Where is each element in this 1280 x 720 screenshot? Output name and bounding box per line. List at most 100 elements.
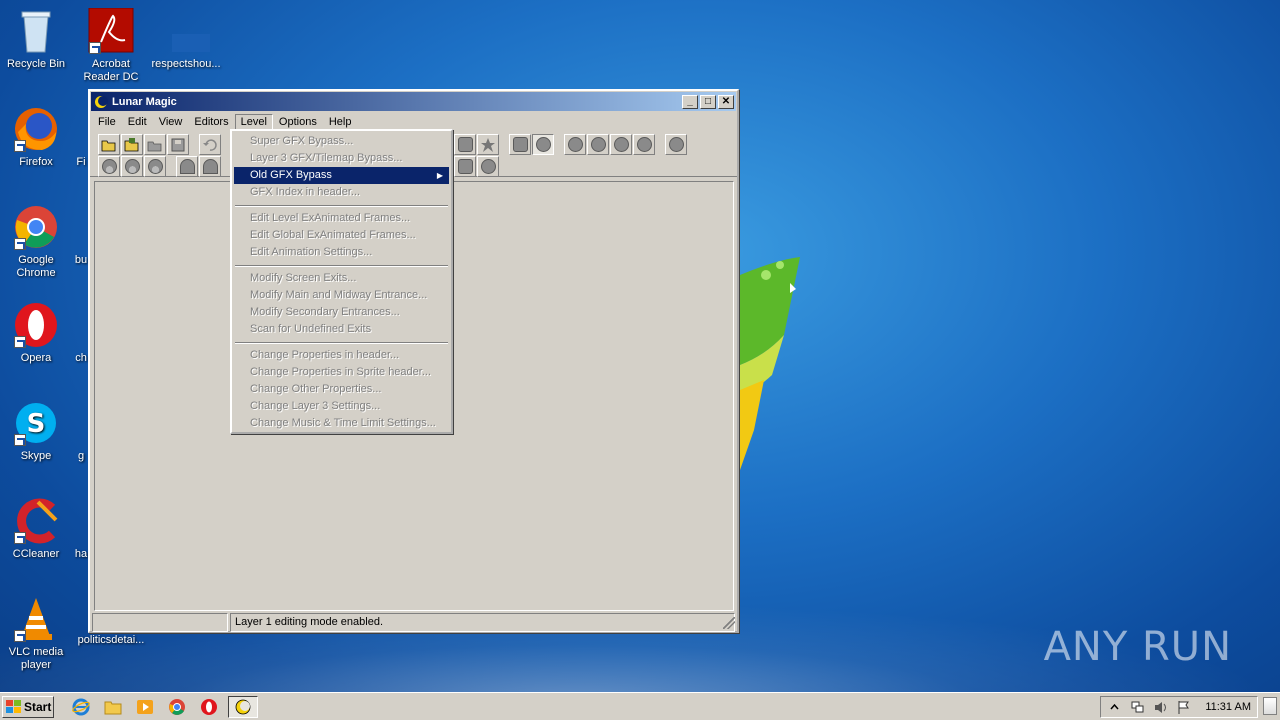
desktop-icon-vlc[interactable]: VLC media player: [0, 596, 72, 672]
menu-item-modify-screen-exits: Modify Screen Exits...: [250, 272, 357, 284]
title-bar[interactable]: Lunar Magic _ □ ✕: [91, 92, 736, 111]
start-label: Start: [24, 699, 52, 714]
menu-item-change-layer3-settings: Change Layer 3 Settings...: [250, 400, 381, 412]
desktop-icon-label: Opera: [20, 352, 52, 364]
quick-launch: [68, 695, 258, 718]
menu-level[interactable]: Level: [234, 113, 273, 130]
menu-item-modify-main-midway: Modify Main and Midway Entrance...: [250, 289, 428, 301]
window-title: Lunar Magic: [112, 95, 177, 108]
tool-button-active[interactable]: [532, 134, 554, 155]
menu-options[interactable]: Options: [273, 114, 323, 130]
menu-editors[interactable]: Editors: [188, 114, 234, 130]
desktop-icon-politicsdetai[interactable]: politicsdetai...: [75, 634, 147, 647]
clock[interactable]: 11:31 AM: [1205, 701, 1251, 713]
level-menu-dropdown: Super GFX Bypass... Layer 3 GFX/Tilemap …: [230, 129, 453, 434]
toolbar-row-1: [98, 134, 221, 155]
minimize-icon: _: [687, 96, 693, 107]
menu-item-label: Old GFX Bypass: [250, 169, 332, 181]
tool-button[interactable]: [477, 156, 499, 177]
tool-button[interactable]: [665, 134, 687, 155]
open-ms-button[interactable]: [144, 134, 166, 155]
desktop-icon-skype[interactable]: S Skype: [0, 400, 72, 463]
mode-button[interactable]: [199, 156, 221, 177]
start-button[interactable]: Start: [2, 695, 54, 718]
resize-grip[interactable]: [723, 617, 735, 629]
menu-item-edit-global-exanimated: Edit Global ExAnimated Frames...: [250, 229, 416, 241]
desktop-icon-opera[interactable]: Opera: [0, 302, 72, 365]
ie-icon: [72, 698, 90, 715]
menu-item-change-properties-header: Change Properties in header...: [250, 349, 400, 361]
action-center-flag-icon[interactable]: [1176, 700, 1191, 715]
desktop-icon-respectshou[interactable]: respectshou...: [150, 8, 222, 71]
taskbar-chrome[interactable]: [164, 696, 190, 718]
desktop-icon-acrobat[interactable]: Acrobat Reader DC: [75, 7, 147, 84]
layer-button[interactable]: [121, 156, 143, 177]
layer-button[interactable]: [98, 156, 120, 177]
show-desktop-button[interactable]: [1263, 697, 1277, 715]
toolbar-row-1-right: [454, 134, 687, 155]
minimize-button[interactable]: _: [682, 94, 698, 109]
document-icon: [172, 34, 218, 52]
menu-item-modify-secondary-entrances: Modify Secondary Entrances...: [250, 306, 400, 318]
media-player-icon: [137, 699, 153, 714]
desktop-icon-label: Recycle Bin: [6, 58, 66, 70]
taskbar-ie[interactable]: [68, 696, 94, 718]
save-button[interactable]: [167, 134, 189, 155]
wallpaper-logo: [740, 257, 800, 470]
star-icon: [481, 137, 495, 152]
desktop-icon-label: CCleaner: [12, 548, 60, 560]
desktop-icon-label: Acrobat Reader DC: [83, 58, 139, 83]
explorer-icon: [104, 701, 122, 714]
desktop-icon-firefox[interactable]: Firefox: [0, 106, 72, 169]
open-folder-icon: [101, 140, 116, 151]
show-hidden-icons-icon[interactable]: [1107, 700, 1122, 715]
volume-icon[interactable]: [1153, 700, 1168, 715]
lunar-magic-icon: [235, 699, 251, 714]
close-button[interactable]: ✕: [718, 94, 734, 109]
menu-item-old-gfx-bypass[interactable]: Old GFX Bypass ▶: [234, 167, 449, 184]
tool-button[interactable]: [633, 134, 655, 155]
svg-text:S: S: [27, 409, 46, 439]
network-icon[interactable]: [1130, 700, 1145, 715]
star-button[interactable]: [477, 134, 499, 155]
desktop-icon-label: VLC media player: [8, 646, 64, 671]
toolbar-row-2: [98, 156, 221, 177]
tool-button[interactable]: [509, 134, 531, 155]
status-cell-left: [92, 613, 228, 632]
taskbar-media-player[interactable]: [132, 696, 158, 718]
mode-button[interactable]: [176, 156, 198, 177]
undo-button[interactable]: [199, 134, 221, 155]
open-rom-icon: [124, 137, 139, 151]
layer-button[interactable]: [144, 156, 166, 177]
tool-button[interactable]: [610, 134, 632, 155]
desktop-icon-label: Skype: [20, 450, 52, 462]
menu-item-scan-undefined-exits: Scan for Undefined Exits: [250, 323, 372, 335]
menu-view[interactable]: View: [153, 114, 189, 130]
tool-button[interactable]: [454, 134, 476, 155]
menu-item-change-other-properties: Change Other Properties...: [250, 383, 382, 395]
taskbar: Start 11:31 AM: [0, 692, 1280, 720]
close-icon: ✕: [721, 96, 731, 107]
taskbar-lunar-magic[interactable]: [228, 695, 258, 718]
taskbar-opera[interactable]: [196, 696, 222, 718]
desktop-icon-chrome[interactable]: Google Chrome: [0, 204, 72, 280]
desktop-icon-recycle-bin[interactable]: Recycle Bin: [0, 8, 72, 71]
menu-file[interactable]: File: [92, 114, 122, 130]
menu-edit[interactable]: Edit: [122, 114, 153, 130]
menu-item-edit-animation-settings: Edit Animation Settings...: [250, 246, 373, 258]
tool-button[interactable]: [587, 134, 609, 155]
taskbar-explorer[interactable]: [100, 696, 126, 718]
windows-logo-icon: [6, 700, 21, 713]
tool-button[interactable]: [454, 156, 476, 177]
maximize-button[interactable]: □: [700, 94, 716, 109]
menu-help[interactable]: Help: [323, 114, 358, 130]
desktop-icon-ccleaner[interactable]: CCleaner: [0, 498, 72, 561]
opera-icon: [201, 698, 217, 715]
chrome-icon: [169, 698, 185, 715]
open-rom-button[interactable]: [121, 134, 143, 155]
tool-button[interactable]: [564, 134, 586, 155]
open-button[interactable]: [98, 134, 120, 155]
toolbar-row-2-right: [454, 156, 499, 177]
maximize-icon: □: [704, 96, 712, 107]
menu-item-change-music-time: Change Music & Time Limit Settings...: [250, 417, 436, 429]
